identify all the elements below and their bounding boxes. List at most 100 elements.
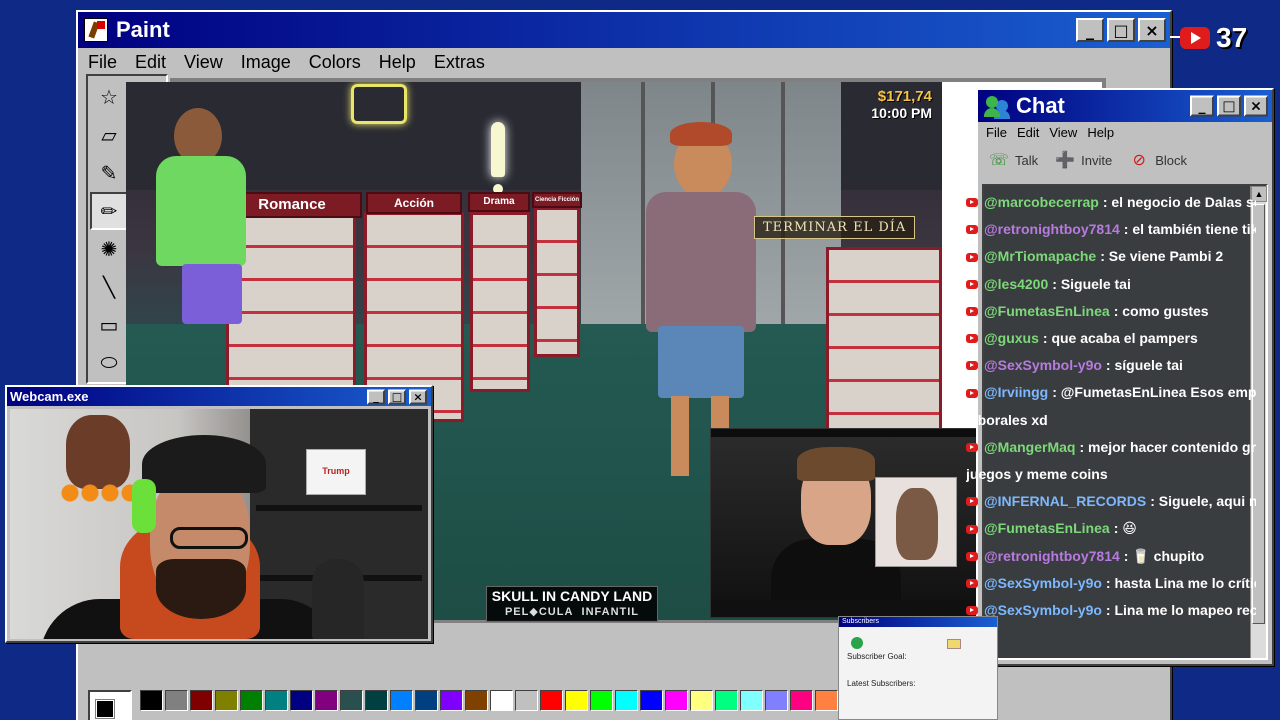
chat-username[interactable]: @INFERNAL_RECORDS xyxy=(984,488,1146,515)
menu-help[interactable]: Help xyxy=(379,52,416,73)
chat-menu-file[interactable]: File xyxy=(986,125,1007,140)
chat-username[interactable]: @les4200 xyxy=(984,271,1048,298)
eraser-icon[interactable]: ▱ xyxy=(90,116,128,154)
color-swatch[interactable] xyxy=(690,690,713,711)
paint-titlebar[interactable]: Paint _ □ × xyxy=(78,12,1170,48)
webcam-close-button[interactable]: × xyxy=(409,389,427,404)
youtube-icon xyxy=(966,524,978,534)
chat-menu-edit[interactable]: Edit xyxy=(1017,125,1039,140)
color-swatch[interactable] xyxy=(715,690,738,711)
chat-username[interactable]: @SexSymbol-y9o xyxy=(984,597,1102,624)
pencil-icon[interactable]: ✏ xyxy=(90,192,128,230)
color-swatch[interactable] xyxy=(215,690,238,711)
ellipse-icon[interactable]: ⬭ xyxy=(90,344,128,382)
chat-maximize-button[interactable]: □ xyxy=(1217,95,1241,117)
color-swatch[interactable] xyxy=(390,690,413,711)
color-swatch[interactable] xyxy=(615,690,638,711)
minimize-button[interactable]: _ xyxy=(1076,18,1104,42)
color-swatch[interactable] xyxy=(265,690,288,711)
color-swatch[interactable] xyxy=(290,690,313,711)
free-select-icon[interactable]: ☆ xyxy=(90,78,128,116)
color-swatch[interactable] xyxy=(340,690,363,711)
webcam-feed: Trump xyxy=(10,409,428,639)
color-swatch[interactable] xyxy=(465,690,488,711)
chat-username[interactable]: @SexSymbol-y9o xyxy=(984,570,1102,597)
color-palette xyxy=(88,690,840,720)
chat-text: : Siguele, aqui nos c xyxy=(1150,493,1256,510)
latest-subscribers-label: Latest Subscribers: xyxy=(847,679,916,688)
color-swatch[interactable] xyxy=(315,690,338,711)
menu-file[interactable]: File xyxy=(88,52,117,73)
current-colors[interactable] xyxy=(88,690,132,720)
color-swatch[interactable] xyxy=(790,690,813,711)
webcam-minimize-button[interactable]: _ xyxy=(367,389,385,404)
webcam-maximize-button[interactable]: □ xyxy=(388,389,406,404)
chat-username[interactable]: @marcobecerrap xyxy=(984,189,1099,216)
chat-close-button[interactable]: × xyxy=(1244,95,1268,117)
color-swatch[interactable] xyxy=(590,690,613,711)
chat-username[interactable]: @retronightboy7814 xyxy=(984,543,1120,570)
foreground-color xyxy=(95,699,115,719)
menu-extras[interactable]: Extras xyxy=(434,52,485,73)
money-value: $171,74 xyxy=(877,88,932,105)
color-swatch[interactable] xyxy=(190,690,213,711)
chat-minimize-button[interactable]: _ xyxy=(1190,95,1214,117)
chat-titlebar[interactable]: Chat _ □ × xyxy=(978,90,1272,122)
chat-username[interactable]: @guxus xyxy=(984,325,1039,352)
color-swatch[interactable] xyxy=(815,690,838,711)
color-swatch[interactable] xyxy=(365,690,388,711)
youtube-icon xyxy=(966,306,978,316)
chat-message: @SexSymbol-y9o: síguele tai xyxy=(966,352,1256,379)
invite-button[interactable]: ➕ Invite xyxy=(1054,150,1112,170)
webcam-titlebar[interactable]: Webcam.exe _ □ × xyxy=(7,387,431,406)
youtube-icon xyxy=(966,606,978,616)
chat-username[interactable]: @Irviingg xyxy=(984,379,1048,406)
sign-accion: Acción xyxy=(366,192,462,214)
color-swatch[interactable] xyxy=(740,690,763,711)
chat-menu-view[interactable]: View xyxy=(1049,125,1077,140)
video-topbar xyxy=(711,429,977,437)
video-frame xyxy=(711,437,977,609)
maximize-button[interactable]: □ xyxy=(1107,18,1135,42)
menu-image[interactable]: Image xyxy=(241,52,291,73)
color-swatch[interactable] xyxy=(165,690,188,711)
chat-username[interactable]: @FumetasEnLinea xyxy=(984,298,1110,325)
color-swatch[interactable] xyxy=(240,690,263,711)
globe-icon xyxy=(851,637,863,649)
chat-toolbar: ☏ Talk ➕ Invite ⊘ Block xyxy=(978,142,1272,178)
color-swatch[interactable] xyxy=(765,690,788,711)
color-picker-icon[interactable]: ✎ xyxy=(90,154,128,192)
chat-username[interactable]: @FumetasEnLinea xyxy=(984,515,1110,542)
color-swatch[interactable] xyxy=(415,690,438,711)
chat-message: @SexSymbol-y9o: Lina me lo mapeo recio xyxy=(966,597,1256,624)
end-day-button[interactable]: TERMINAR EL DÍA xyxy=(754,216,916,239)
color-swatch[interactable] xyxy=(665,690,688,711)
close-button[interactable]: × xyxy=(1138,18,1166,42)
color-swatch[interactable] xyxy=(540,690,563,711)
color-swatch[interactable] xyxy=(140,690,163,711)
color-swatch[interactable] xyxy=(490,690,513,711)
menu-view[interactable]: View xyxy=(184,52,223,73)
chat-username[interactable]: @SexSymbol-y9o xyxy=(984,352,1102,379)
menu-edit[interactable]: Edit xyxy=(135,52,166,73)
talk-button[interactable]: ☏ Talk xyxy=(988,150,1038,170)
line-icon[interactable]: ╲ xyxy=(90,268,128,306)
airbrush-icon[interactable]: ✺ xyxy=(90,230,128,268)
color-swatch[interactable] xyxy=(640,690,663,711)
hud-money-time: $171,74 10:00 PM xyxy=(871,88,932,121)
movie-title: SKULL IN CANDY LAND xyxy=(491,588,653,604)
chat-username[interactable]: @MrTiomapache xyxy=(984,243,1096,270)
block-button[interactable]: ⊘ Block xyxy=(1128,150,1188,170)
color-swatch[interactable] xyxy=(515,690,538,711)
chat-username[interactable]: @MangerMaq xyxy=(984,434,1075,461)
chat-username[interactable]: @retronightboy7814 xyxy=(984,216,1120,243)
color-swatch[interactable] xyxy=(440,690,463,711)
oranges xyxy=(60,483,140,503)
chat-text: juegos y meme coins xyxy=(966,466,1108,483)
chat-message: juegos y meme coins xyxy=(966,461,1256,488)
menu-colors[interactable]: Colors xyxy=(309,52,361,73)
rectangle-icon[interactable]: ▭ xyxy=(90,306,128,344)
youtube-icon xyxy=(966,497,978,507)
color-swatch[interactable] xyxy=(565,690,588,711)
chat-menu-help[interactable]: Help xyxy=(1087,125,1114,140)
